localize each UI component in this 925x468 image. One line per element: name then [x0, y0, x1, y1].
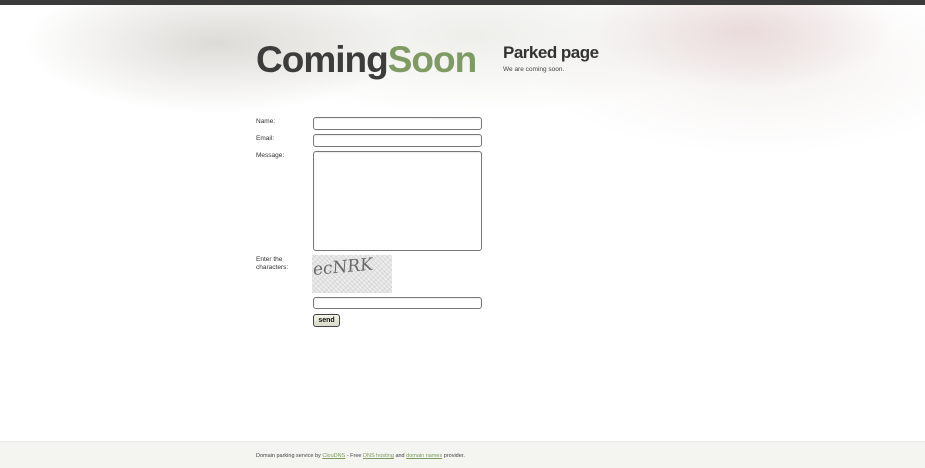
footer: Domain parking service by ClouDNS - Free… [0, 441, 925, 468]
name-label: Name: [256, 118, 276, 125]
email-label: Email: [256, 135, 275, 142]
captcha-label-line1: Enter the [256, 256, 283, 263]
captcha-input[interactable] [313, 297, 482, 309]
cloudns-link[interactable]: ClouDNS [322, 453, 345, 459]
email-input[interactable] [313, 134, 482, 147]
footer-text: Domain parking service by ClouDNS - Free… [256, 453, 465, 459]
name-input[interactable] [313, 117, 482, 130]
dns-hosting-link[interactable]: DNS hosting [363, 453, 394, 459]
logo-coming: Coming [256, 39, 389, 80]
captcha-label: Enter the characters: [256, 256, 288, 272]
coming-soon-logo: ComingSoon [256, 38, 477, 82]
footer-prefix: Domain parking service by [256, 453, 321, 459]
footer-and: and [395, 453, 405, 459]
footer-suffix: provider. [443, 453, 465, 459]
parked-page-subtitle: We are coming soon. [503, 66, 565, 73]
captcha-label-line2: characters: [256, 264, 289, 271]
parked-page-title: Parked page [503, 43, 599, 62]
footer-middle: - Free [346, 453, 362, 459]
domain-names-link[interactable]: domain names [406, 453, 442, 459]
message-textarea[interactable] [313, 151, 482, 251]
message-label: Message: [256, 152, 285, 159]
send-button[interactable]: send [313, 314, 340, 327]
captcha-image: ecNRK [312, 255, 392, 293]
logo-soon: Soon [387, 39, 477, 80]
captcha-text: ecNRK [312, 255, 374, 281]
